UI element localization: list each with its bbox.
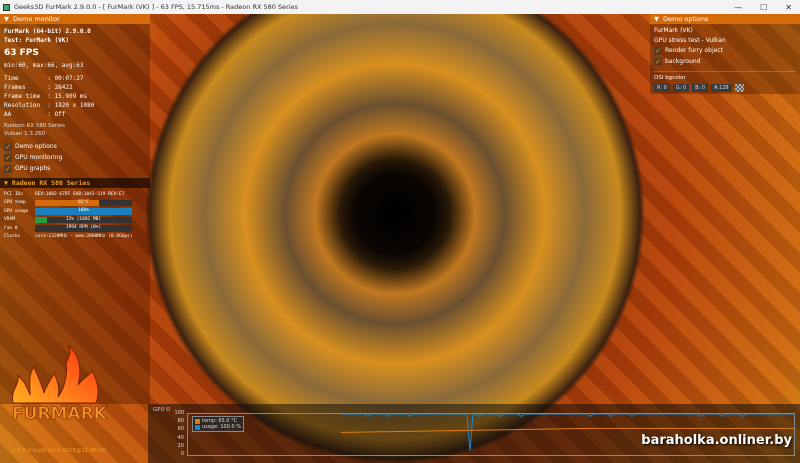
gpu-stat-bar: 12% (1002 MB) (35, 216, 132, 223)
clocks-label: Clocks (4, 234, 21, 240)
collapse-icon: ▼ (4, 179, 8, 187)
y-tick: 80 (177, 418, 184, 425)
gpu-stat-label: VRAM (4, 217, 15, 223)
color-b-field[interactable]: B: 0 (692, 84, 709, 92)
gpu-stat-row: Fan 0 1994 RPM (0%) (0, 224, 150, 233)
checkmark-icon: ✓ (4, 142, 12, 151)
gpu-stat-bar: 100% (35, 208, 132, 215)
clocks-row: Clocks core:1320MHz - mem:2000MHz (8.0Gbp… (0, 233, 150, 242)
checkbox-label: GPU monitoring (15, 154, 63, 161)
pci-row: PCI IDs DEV:1002-67DF SUB:1043-519 REV:E7 (0, 190, 150, 199)
checkbox-label: Demo options (15, 143, 57, 150)
fps-stats: min:60, max:66, avg:63 (4, 62, 84, 69)
build-info: 2.9.0.0 build Jul 4 2025@11:45:20 (12, 448, 107, 454)
color-g-field[interactable]: G: 0 (672, 84, 690, 92)
options-subtitle: GPU stress test - Vulkan (654, 37, 726, 44)
y-tick: 20 (177, 442, 184, 449)
legend-usage: usage: 100.0 % (195, 424, 241, 430)
stat-aa: AA : Off (4, 111, 66, 118)
bar-text: 12% (1002 MB) (65, 216, 102, 222)
checkbox-label: background (665, 58, 701, 65)
fps-value: 63 FPS (4, 48, 39, 58)
checkbox-label: GPU graphs (15, 165, 51, 172)
title-bar: Geeks3D FurMark 2.9.0.0 - [ FurMark (VK)… (0, 0, 800, 14)
stat-resolution: Resolution : 1920 x 1080 (4, 102, 95, 109)
gpu-panel-title: Radeon RX 580 Series (11, 179, 91, 187)
panel-title: Demo monitor (13, 15, 60, 23)
legend-swatch (195, 418, 200, 424)
furmark-logo: FURMARK (12, 345, 108, 424)
graph-title: GPU 0 (153, 407, 170, 413)
gpu-name: Radeon RX 580 Series (4, 123, 66, 129)
gpu-stat-row: VRAM 12% (1002 MB) (0, 216, 150, 225)
gpu-stat-row: GPU usage 100% (0, 207, 150, 216)
collapse-icon: ▼ (654, 15, 659, 23)
gpu-graphs-checkbox[interactable]: ✓ GPU graphs (0, 163, 150, 174)
panel-title: Demo options (663, 15, 709, 23)
app-version: FurMark (64-bit) 2.9.0.0 (4, 28, 91, 35)
close-button[interactable]: ✕ (785, 3, 792, 12)
api-version: Vulkan 1.3.260 (4, 131, 46, 137)
stat-frames: Frames : 28422 (4, 84, 73, 91)
demo-monitor-header[interactable]: ▼ Demo monitor (0, 14, 150, 24)
bar-text: 1994 RPM (0%) (65, 225, 102, 230)
gpu-panel-header[interactable]: ▼ Radeon RX 580 Series (0, 178, 150, 188)
gpu-stat-bar: 1994 RPM (0%) (35, 225, 132, 232)
watermark: baraholka.onliner.by (641, 433, 792, 448)
checkmark-icon: ✓ (4, 153, 12, 162)
color-r-field[interactable]: R: 0 (654, 84, 670, 92)
minimize-button[interactable]: — (734, 3, 742, 12)
checkmark-icon: ✓ (654, 57, 662, 66)
stat-time: Time : 00:07:27 (4, 75, 84, 82)
pci-label: PCI IDs (4, 191, 23, 197)
gpu-stat-label: GPU usage (4, 208, 29, 214)
demo-options-header[interactable]: ▼ Demo options (650, 14, 800, 24)
stat-frame-time: Frame time : 15.909 ms (4, 93, 88, 100)
y-tick: 0 (180, 451, 184, 457)
y-tick: 60 (177, 426, 184, 433)
legend-swatch (195, 424, 200, 430)
gpu-stat-row: GPU temp 65°C (0, 199, 150, 208)
color-swatch-button[interactable] (734, 84, 744, 92)
pci-value: DEV:1002-67DF SUB:1043-519 REV:E7 (35, 191, 125, 197)
bar-text: 65°C (78, 199, 89, 205)
osi-bgcolor-label: OSI bgcolor (654, 75, 686, 81)
window-title: Geeks3D FurMark 2.9.0.0 - [ FurMark (VK)… (14, 3, 298, 11)
logo-text: FURMARK (12, 404, 108, 424)
demo-options-checkbox[interactable]: ✓ Demo options (0, 141, 150, 152)
checkmark-icon: ✓ (654, 46, 662, 55)
gpu-stat-label: GPU temp (4, 200, 26, 206)
background-checkbox[interactable]: ✓ background (650, 56, 800, 67)
demo-options-panel: ▼ Demo options FurMark (VK) GPU stress te… (650, 14, 800, 94)
graph-legend: temp: 65.0 °C usage: 100.0 % (192, 416, 245, 432)
bar-text: 100% (78, 208, 89, 213)
collapse-icon: ▼ (4, 15, 9, 23)
temp-line (340, 427, 794, 433)
checkmark-icon: ✓ (4, 164, 12, 173)
checkbox-label: Render furry object (665, 47, 723, 54)
gpu-stat-label: Fan 0 (4, 225, 18, 231)
color-a-field[interactable]: A:128 (711, 84, 732, 92)
y-tick: 100 (174, 410, 184, 416)
legend-label: usage: 100.0 % (202, 424, 242, 430)
options-title: FurMark (VK) (654, 27, 693, 34)
gpu-stat-bar: 65°C (35, 199, 132, 206)
clocks-value: core:1320MHz - mem:2000MHz (8.0Gbps) (35, 234, 133, 240)
gpu-monitoring-checkbox[interactable]: ✓ GPU monitoring (0, 152, 150, 163)
render-furry-object-checkbox[interactable]: ✓ Render furry object (650, 45, 800, 56)
maximize-button[interactable]: ☐ (760, 3, 767, 12)
app-icon (3, 3, 10, 11)
test-name: Test: FurMark (VK) (4, 37, 70, 44)
y-tick: 40 (177, 434, 184, 441)
